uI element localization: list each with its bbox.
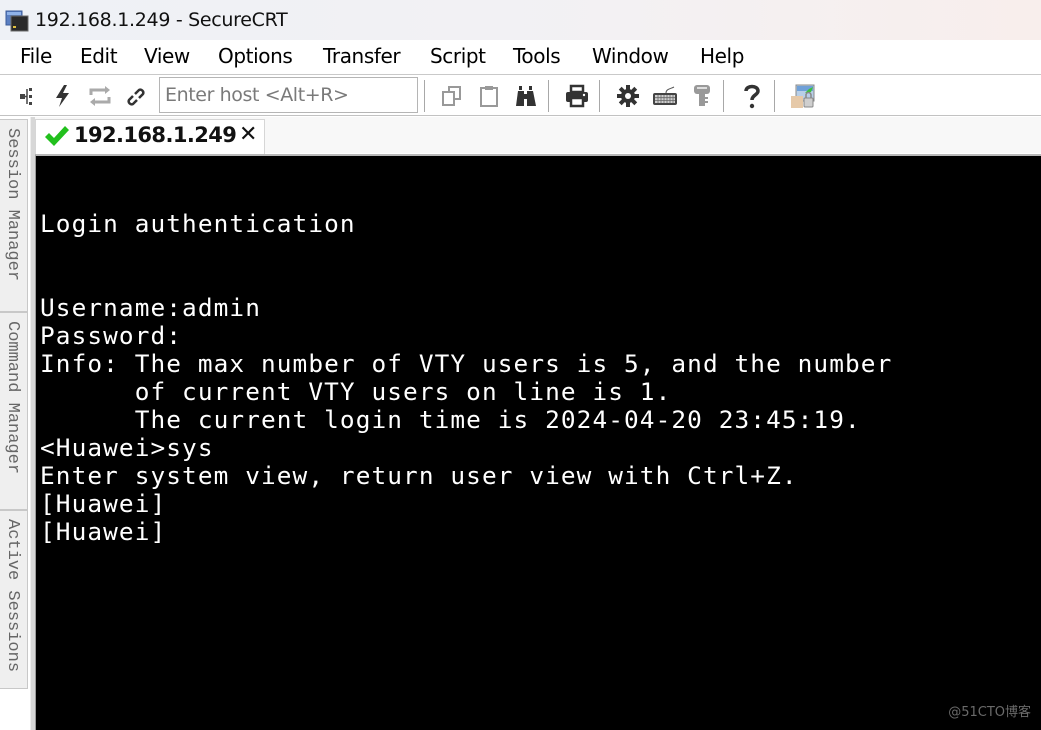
active-sessions-tab[interactable]: Active Sessions — [0, 510, 28, 689]
paste-icon — [480, 86, 498, 107]
help-icon — [744, 84, 760, 109]
keymap-icon — [653, 86, 677, 105]
tab-label: 192.168.1.249 — [74, 123, 237, 147]
keymap-button[interactable] — [651, 82, 679, 110]
disconnect-button[interactable] — [122, 82, 150, 110]
command-manager-label: Command Manager — [3, 321, 22, 475]
menu-view[interactable]: View — [144, 44, 190, 68]
securecrt-app-icon — [5, 10, 29, 32]
session-options-button[interactable] — [614, 82, 642, 110]
menu-bar: File Edit View Options Transfer Script T… — [0, 40, 1041, 75]
command-manager-tab[interactable]: Command Manager — [0, 312, 28, 510]
title-bar: 192.168.1.249 - SecureCRT — [0, 0, 1041, 40]
terminal-line: Info: The max number of VTY users is 5, … — [40, 349, 893, 378]
toolbar — [0, 76, 1041, 116]
terminal-output: Login authentication Username:admin Pass… — [40, 210, 892, 546]
quick-connect-icon — [56, 85, 69, 107]
help-button[interactable] — [738, 82, 766, 110]
connected-check-icon — [45, 126, 69, 146]
side-panel-bar: Session Manager Command Manager Active S… — [0, 117, 30, 730]
secure-file-transfer-icon — [791, 84, 815, 108]
tab-session-192-168-1-249[interactable]: 192.168.1.249 ✕ — [35, 119, 265, 154]
find-button[interactable] — [512, 82, 540, 110]
terminal-line: Password: — [40, 321, 183, 350]
menu-transfer[interactable]: Transfer — [323, 44, 401, 68]
print-icon — [566, 84, 588, 108]
terminal-line: The current login time is 2024-04-20 23:… — [40, 405, 861, 434]
paste-button[interactable] — [475, 82, 503, 110]
terminal-line: of current VTY users on line is 1. — [40, 377, 672, 406]
public-key-button[interactable] — [688, 82, 716, 110]
toolbar-separator — [599, 80, 600, 112]
secure-file-transfer-button[interactable] — [789, 82, 817, 110]
public-key-icon — [694, 85, 710, 106]
menu-help[interactable]: Help — [700, 44, 744, 68]
watermark: @51CTO博客 — [948, 705, 1031, 720]
session-manager-label: Session Manager — [3, 128, 22, 282]
terminal-line: [Huawei] — [40, 517, 167, 546]
window-title: 192.168.1.249 - SecureCRT — [35, 9, 288, 31]
reconnect-button[interactable] — [86, 82, 114, 110]
menu-edit[interactable]: Edit — [80, 44, 118, 68]
menu-tools[interactable]: Tools — [513, 44, 561, 68]
terminal-line: Login authentication — [40, 209, 356, 238]
print-button[interactable] — [563, 82, 591, 110]
toolbar-separator — [774, 80, 775, 112]
session-manager-tab[interactable]: Session Manager — [0, 119, 28, 312]
menu-window[interactable]: Window — [592, 44, 669, 68]
terminal-line: Enter system view, return user view with… — [40, 461, 798, 490]
terminal-line: [Huawei] — [40, 489, 167, 518]
connect-in-tab-icon — [20, 88, 32, 105]
close-tab-icon[interactable]: ✕ — [239, 122, 257, 147]
connect-in-tab-button[interactable] — [13, 82, 41, 110]
menu-script[interactable]: Script — [430, 44, 486, 68]
menu-options[interactable]: Options — [218, 44, 293, 68]
terminal-line: <Huawei>sys — [40, 433, 214, 462]
find-icon — [516, 86, 536, 106]
host-input[interactable] — [159, 77, 418, 113]
toolbar-separator — [548, 80, 549, 112]
reconnect-icon — [89, 86, 111, 106]
menu-file[interactable]: File — [20, 44, 52, 68]
terminal-line: Username:admin — [40, 293, 261, 322]
active-sessions-label: Active Sessions — [3, 519, 22, 673]
session-options-icon — [617, 85, 639, 107]
quick-connect-button[interactable] — [49, 82, 77, 110]
copy-icon — [442, 86, 461, 106]
terminal-view[interactable]: Login authentication Username:admin Pass… — [35, 154, 1041, 730]
toolbar-separator — [424, 80, 425, 112]
disconnect-icon — [127, 88, 145, 106]
copy-button[interactable] — [438, 82, 466, 110]
toolbar-separator — [723, 80, 724, 112]
